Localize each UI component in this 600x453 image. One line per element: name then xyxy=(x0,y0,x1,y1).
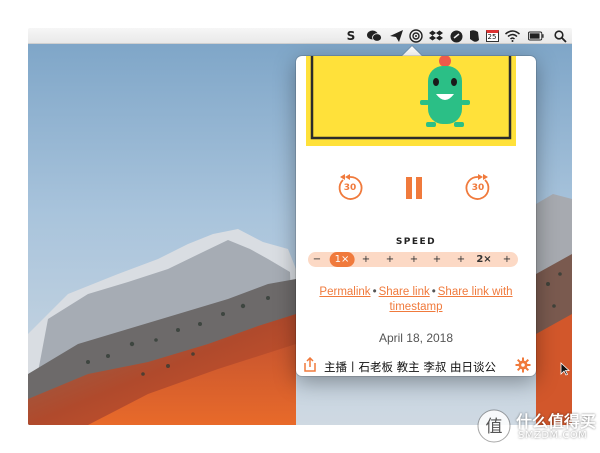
speed-step[interactable]: + xyxy=(362,252,370,267)
speed-step[interactable]: + xyxy=(410,252,418,267)
wifi-icon[interactable] xyxy=(504,29,520,43)
skip-forward-seconds: 30 xyxy=(471,183,485,193)
smzdm-logo-icon: 值 xyxy=(477,409,511,443)
podcast-player-popover: 30 30 SPEED − 1× + + + + + 2× + Permalin… xyxy=(296,56,536,376)
smzdm-watermark: 值 什么值得买 SMZDM.COM xyxy=(472,404,600,450)
calendar-day: 25 xyxy=(485,30,499,42)
watermark-en: SMZDM.COM xyxy=(518,430,588,441)
battery-icon[interactable] xyxy=(528,29,544,43)
podcast-icon[interactable] xyxy=(408,29,424,43)
speed-2x[interactable]: 2× xyxy=(476,252,491,267)
gear-icon[interactable] xyxy=(515,357,531,373)
episode-title: 主播丨石老板 教主 李叔 由日谈公 xyxy=(324,360,496,374)
svg-text:值: 值 xyxy=(486,417,503,437)
episode-date: April 18, 2018 xyxy=(378,331,454,345)
menu-bar: S 25 xyxy=(28,28,572,44)
speed-step[interactable]: + xyxy=(503,252,511,267)
permalink-link[interactable]: Permalink xyxy=(319,286,370,298)
send-icon[interactable] xyxy=(388,29,404,43)
share-links: Permalink • Share link • Share link with tim… xyxy=(304,285,528,315)
skip-back-seconds: 30 xyxy=(343,183,357,193)
watermark-cn: 什么值得买 xyxy=(516,412,597,431)
link-separator: • xyxy=(431,286,436,298)
speed-decrease[interactable]: − xyxy=(313,252,321,267)
mouse-cursor-icon xyxy=(560,362,570,376)
skip-back-30-button[interactable]: 30 xyxy=(332,168,368,208)
dropbox-icon[interactable] xyxy=(428,29,444,43)
skype-icon[interactable]: S xyxy=(343,29,359,43)
cloud-icon[interactable] xyxy=(448,29,464,43)
speed-label: SPEED xyxy=(395,237,437,247)
wechat-icon[interactable] xyxy=(366,29,382,43)
playback-controls: 30 30 xyxy=(296,168,536,212)
evernote-icon[interactable] xyxy=(466,29,482,43)
creature-antenna xyxy=(439,56,451,67)
calendar-icon[interactable]: 25 xyxy=(484,29,500,43)
episode-artwork xyxy=(306,56,516,146)
speed-slider[interactable]: − 1× + + + + + 2× + xyxy=(308,252,518,267)
speed-step[interactable]: + xyxy=(433,252,441,267)
pause-icon xyxy=(406,177,422,199)
spotlight-search-icon[interactable] xyxy=(552,29,568,43)
pause-button[interactable] xyxy=(396,168,432,208)
share-link[interactable]: Share link xyxy=(379,286,430,298)
skip-forward-30-button[interactable]: 30 xyxy=(460,168,496,208)
speed-step[interactable]: + xyxy=(457,252,465,267)
speed-step[interactable]: + xyxy=(386,252,394,267)
link-separator: • xyxy=(372,286,377,298)
player-bottom-bar: 主播丨石老板 教主 李叔 由日谈公 xyxy=(296,356,536,376)
speed-current[interactable]: 1× xyxy=(329,252,355,267)
